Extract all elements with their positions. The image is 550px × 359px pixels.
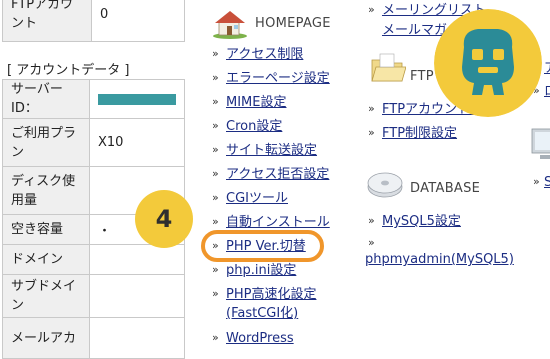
folder-icon bbox=[371, 53, 406, 82]
domain-value bbox=[89, 244, 185, 275]
link-arrow-icon: » bbox=[212, 287, 219, 300]
ftp-account-label: FTPアカウント bbox=[2, 0, 92, 42]
free-space-label: 空き容量 bbox=[2, 214, 90, 245]
link-mail-magazine[interactable]: メールマガ bbox=[382, 21, 447, 40]
step-number-badge: 4 bbox=[135, 190, 193, 248]
link-right-cut-1[interactable]: ア bbox=[544, 59, 550, 78]
link-phpmyadmin[interactable]: phpmyadmin(MySQL5) bbox=[365, 250, 514, 269]
php-version-highlight-ring bbox=[201, 230, 324, 262]
domain-label: ドメイン bbox=[2, 244, 90, 275]
link-right-cut-3[interactable]: S bbox=[544, 173, 550, 192]
link-arrow-icon: » bbox=[533, 175, 540, 188]
ftp-account-value: 0 bbox=[91, 0, 185, 42]
server-id-label: サーバーID： bbox=[2, 79, 90, 119]
link-arrow-icon: » bbox=[368, 3, 375, 16]
link-arrow-icon: » bbox=[212, 263, 219, 276]
server-id-masked bbox=[98, 93, 176, 105]
mail-account-label: メールアカ bbox=[2, 317, 90, 359]
link-error-page[interactable]: エラーページ設定 bbox=[226, 69, 330, 88]
link-mysql5[interactable]: MySQL5設定 bbox=[382, 212, 461, 231]
database-section-title: DATABASE bbox=[410, 181, 481, 196]
mascot-character-icon bbox=[434, 9, 542, 117]
database-disc-icon bbox=[367, 172, 403, 198]
link-php-ini[interactable]: php.ini設定 bbox=[226, 261, 296, 280]
link-cgi-tools[interactable]: CGIツール bbox=[226, 189, 288, 208]
link-cron[interactable]: Cron設定 bbox=[226, 117, 282, 136]
subdomain-label: サブドメイン bbox=[2, 274, 90, 318]
table-row: サブドメイン bbox=[2, 274, 185, 318]
monitor-icon bbox=[531, 128, 550, 159]
link-arrow-icon: » bbox=[212, 71, 219, 84]
link-arrow-icon: » bbox=[212, 215, 219, 228]
link-arrow-icon: » bbox=[212, 143, 219, 156]
subdomain-value bbox=[89, 274, 185, 318]
link-arrow-icon: » bbox=[212, 95, 219, 108]
link-mime[interactable]: MIME設定 bbox=[226, 93, 286, 112]
link-fastcgi[interactable]: (FastCGI化) bbox=[226, 304, 298, 323]
homepage-section-title: HOMEPAGE bbox=[255, 16, 331, 31]
link-wordpress[interactable]: WordPress bbox=[226, 329, 294, 348]
link-arrow-icon: » bbox=[212, 191, 219, 204]
link-arrow-icon: » bbox=[212, 47, 219, 60]
link-arrow-icon: » bbox=[368, 236, 375, 249]
link-site-forward[interactable]: サイト転送設定 bbox=[226, 141, 317, 160]
disk-usage-label: ディスク使用量 bbox=[2, 166, 90, 215]
ftp-section-title: FTP bbox=[410, 69, 434, 84]
account-data-header: [ アカウントデータ ] bbox=[7, 63, 130, 78]
link-arrow-icon: » bbox=[212, 331, 219, 344]
table-row: ご利用プラン X10 bbox=[2, 118, 185, 167]
ftp-account-table: FTPアカウント 0 bbox=[2, 0, 185, 42]
link-ftp-restriction[interactable]: FTP制限設定 bbox=[382, 124, 457, 143]
table-row: メールアカ bbox=[2, 317, 185, 359]
link-access-restriction[interactable]: アクセス制限 bbox=[226, 45, 303, 64]
link-arrow-icon: » bbox=[368, 214, 375, 227]
link-arrow-icon: » bbox=[212, 167, 219, 180]
link-arrow-icon: » bbox=[212, 119, 219, 132]
plan-value: X10 bbox=[89, 118, 185, 167]
mail-account-value bbox=[89, 317, 185, 359]
plan-label: ご利用プラン bbox=[2, 118, 90, 167]
table-row: ドメイン bbox=[2, 244, 185, 275]
link-access-deny[interactable]: アクセス拒否設定 bbox=[226, 165, 329, 184]
link-php-speedup[interactable]: PHP高速化設定 bbox=[226, 285, 316, 304]
server-id-value bbox=[89, 79, 185, 119]
link-right-cut-2[interactable]: ロ bbox=[544, 82, 550, 101]
link-arrow-icon: » bbox=[368, 126, 375, 139]
link-arrow-icon: » bbox=[368, 102, 375, 115]
table-row: サーバーID： bbox=[2, 79, 185, 119]
house-icon bbox=[213, 11, 247, 39]
